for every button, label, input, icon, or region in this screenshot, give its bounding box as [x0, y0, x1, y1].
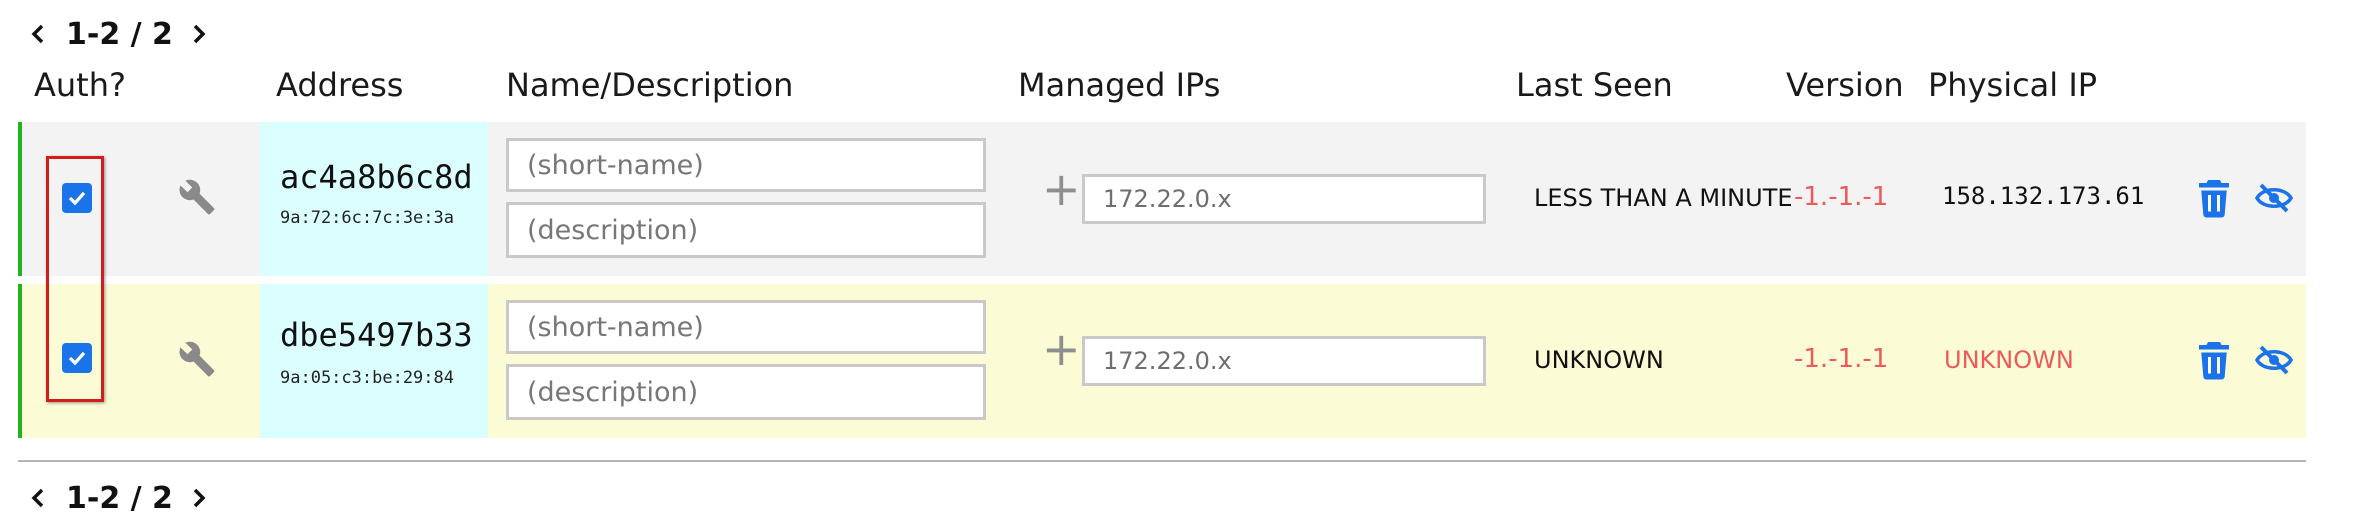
checkmark-icon [68, 191, 86, 206]
pager-label: 1-2 / 2 [66, 480, 173, 516]
chevron-left-icon [31, 488, 44, 508]
short-name-input[interactable]: (short-name) [506, 300, 986, 354]
short-name-input[interactable]: (short-name) [506, 138, 986, 192]
member-row: dbe5497b33 9a:05:c3:be:29:84 (short-name… [18, 284, 2306, 438]
add-ip-button[interactable]: + [1042, 166, 1081, 212]
online-status-bar [18, 122, 22, 276]
header-version: Version [1786, 66, 1904, 104]
description-input[interactable]: (description) [506, 202, 986, 258]
header-managed-ips: Managed IPs [1018, 66, 1221, 104]
header-physical-ip: Physical IP [1928, 66, 2098, 104]
prev-page-button[interactable] [26, 481, 50, 515]
add-ip-button[interactable]: + [1042, 326, 1081, 372]
node-address: ac4a8b6c8d [280, 158, 473, 196]
table-divider [18, 460, 2306, 462]
chevron-right-icon [193, 488, 206, 508]
node-address: dbe5497b33 [280, 316, 473, 354]
member-row: ac4a8b6c8d 9a:72:6c:7c:3e:3a (short-name… [18, 122, 2306, 276]
header-address: Address [276, 66, 404, 104]
pager-top: 1-2 / 2 [26, 14, 211, 54]
eye-slash-icon[interactable] [2254, 344, 2294, 376]
header-name-description: Name/Description [506, 66, 794, 104]
auth-checkbox[interactable] [62, 183, 92, 213]
last-seen-value: LESS THAN A MINUTE [1534, 184, 1793, 212]
version-value: -1.-1.-1 [1794, 344, 1889, 374]
mac-address: 9a:72:6c:7c:3e:3a [280, 208, 454, 228]
mac-address: 9a:05:c3:be:29:84 [280, 368, 454, 388]
wrench-icon[interactable] [178, 178, 216, 216]
next-page-button[interactable] [187, 17, 211, 51]
managed-ip-input[interactable]: 172.22.0.x [1082, 336, 1486, 386]
address-cell: dbe5497b33 9a:05:c3:be:29:84 [260, 284, 488, 438]
address-cell: ac4a8b6c8d 9a:72:6c:7c:3e:3a [260, 122, 488, 276]
managed-ip-input[interactable]: 172.22.0.x [1082, 174, 1486, 224]
trash-icon[interactable] [2196, 178, 2232, 218]
eye-slash-icon[interactable] [2254, 182, 2294, 214]
auth-checkbox[interactable] [62, 343, 92, 373]
chevron-right-icon [193, 24, 206, 44]
header-last-seen: Last Seen [1516, 66, 1673, 104]
version-value: -1.-1.-1 [1794, 182, 1889, 212]
pager-label: 1-2 / 2 [66, 16, 173, 52]
chevron-left-icon [31, 24, 44, 44]
trash-icon[interactable] [2196, 340, 2232, 380]
next-page-button[interactable] [187, 481, 211, 515]
physical-ip-value: 158.132.173.61 [1942, 182, 2145, 210]
online-status-bar [18, 284, 22, 438]
header-auth: Auth? [34, 66, 126, 104]
description-input[interactable]: (description) [506, 364, 986, 420]
checkmark-icon [68, 351, 86, 366]
physical-ip-value: UNKNOWN [1944, 346, 2074, 374]
prev-page-button[interactable] [26, 17, 50, 51]
wrench-icon[interactable] [178, 340, 216, 378]
pager-bottom: 1-2 / 2 [26, 478, 211, 518]
last-seen-value: UNKNOWN [1534, 346, 1664, 374]
